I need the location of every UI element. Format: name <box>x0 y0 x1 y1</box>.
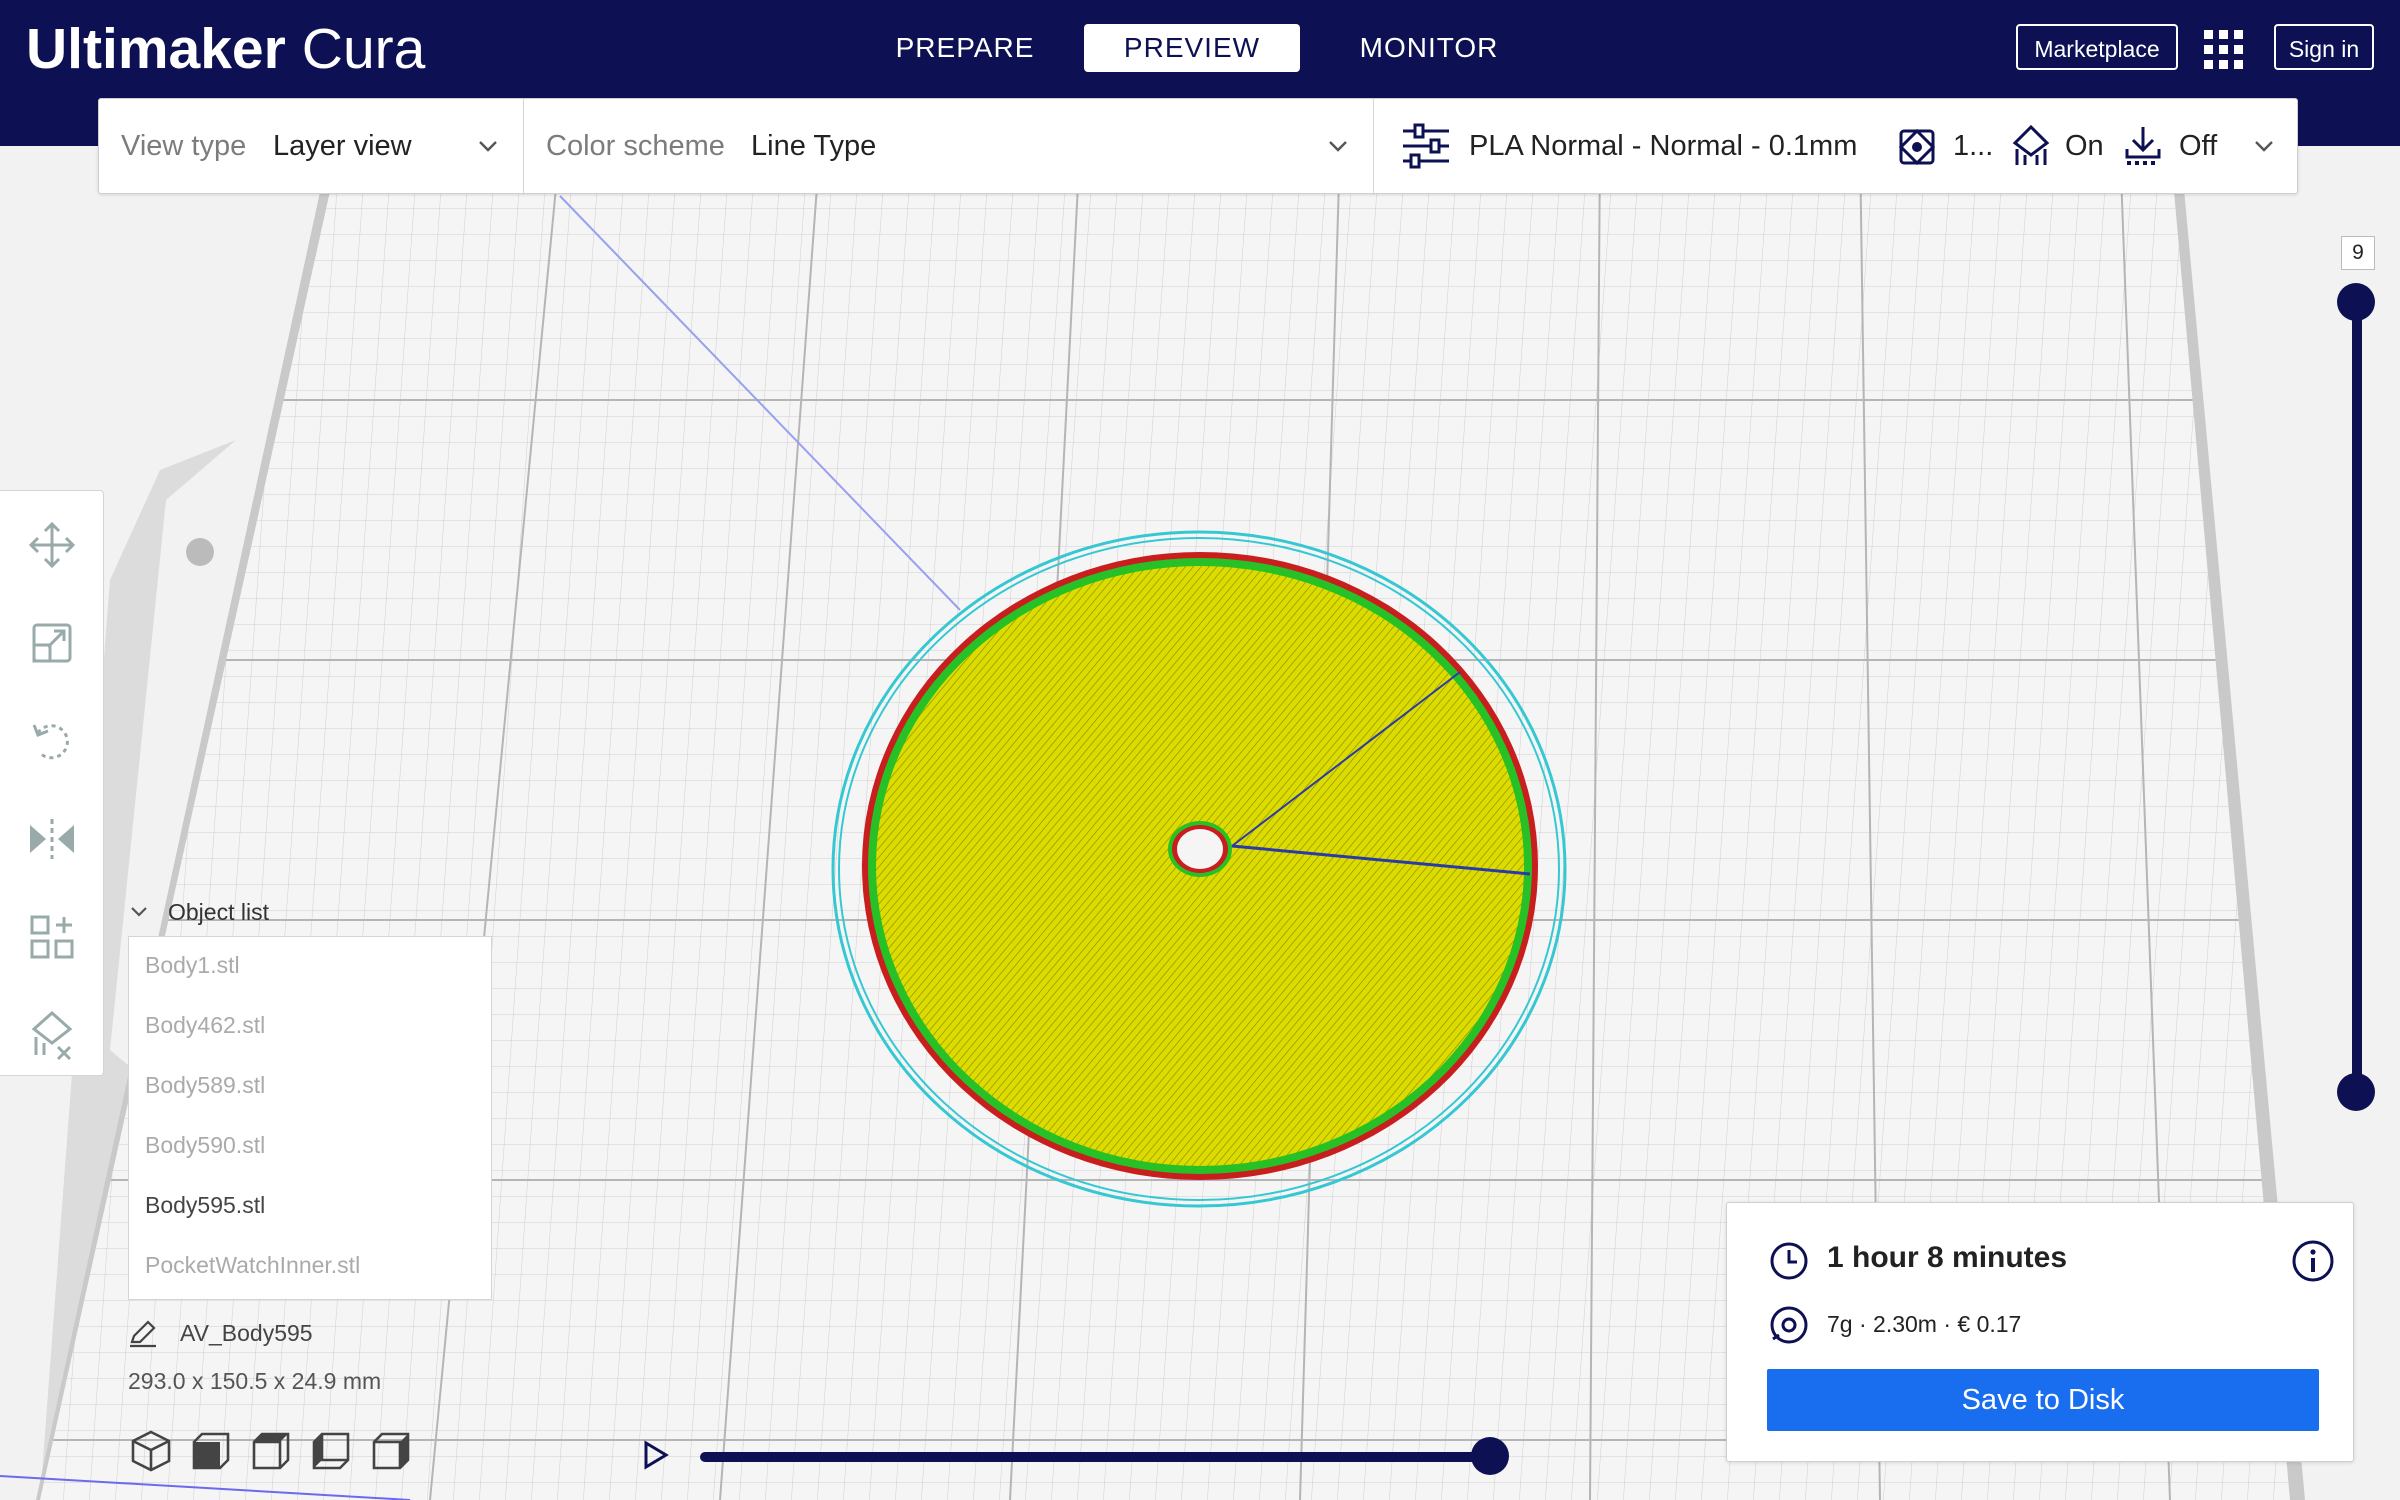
chevron-down-icon[interactable] <box>1325 133 1351 159</box>
tab-monitor[interactable]: MONITOR <box>1346 24 1512 72</box>
job-name-field[interactable]: AV_Body595 <box>128 1318 313 1348</box>
per-model-settings-icon[interactable] <box>26 911 78 963</box>
infill-value[interactable]: 1... <box>1953 123 1993 169</box>
center-hole <box>1177 829 1223 869</box>
app-logo: Ultimaker Cura <box>26 14 425 84</box>
tool-panel <box>0 490 104 1076</box>
print-time: 1 hour 8 minutes <box>1827 1241 2068 1274</box>
chevron-down-icon[interactable] <box>475 133 501 159</box>
list-item[interactable]: PocketWatchInner.stl <box>145 1245 360 1285</box>
model-dimensions: 293.0 x 150.5 x 24.9 mm <box>128 1368 382 1394</box>
filament-spool-icon <box>1770 1306 1808 1344</box>
list-item[interactable]: Body589.stl <box>145 1065 265 1105</box>
layer-slider-lower-handle[interactable] <box>2337 1073 2375 1111</box>
tab-prepare[interactable]: PREPARE <box>880 24 1050 72</box>
top-view-icon[interactable] <box>248 1428 294 1474</box>
view-type-label: View type <box>121 130 247 162</box>
infill-icon <box>1899 129 1935 165</box>
sign-in-button[interactable]: Sign in <box>2274 24 2374 70</box>
list-item[interactable]: Body462.stl <box>145 1005 265 1045</box>
print-settings-icon[interactable] <box>1401 123 1451 169</box>
3d-view-icon[interactable] <box>128 1428 174 1474</box>
grid-apps-icon[interactable] <box>2202 28 2246 72</box>
right-view-icon[interactable] <box>368 1428 414 1474</box>
list-item[interactable]: Body1.stl <box>145 945 240 985</box>
layer-slider-upper-handle[interactable] <box>2337 283 2375 321</box>
scale-icon[interactable] <box>26 617 78 669</box>
object-list: Body1.stl Body462.stl Body589.stl Body59… <box>128 936 492 1300</box>
marketplace-button[interactable]: Marketplace <box>2016 24 2178 70</box>
list-item[interactable]: Body590.stl <box>145 1125 265 1165</box>
list-item-selected[interactable]: Body595.stl <box>145 1185 265 1225</box>
pencil-icon[interactable] <box>128 1318 158 1348</box>
logo-bold: Ultimaker <box>26 17 286 81</box>
adhesion-value[interactable]: Off <box>2179 123 2217 169</box>
support-blocker-icon[interactable] <box>26 1009 78 1061</box>
tab-preview[interactable]: PREVIEW <box>1084 24 1300 72</box>
support-value[interactable]: On <box>2065 123 2104 169</box>
chevron-down-icon <box>131 907 147 917</box>
path-slider-handle[interactable] <box>1471 1437 1509 1475</box>
logo-light: Cura <box>301 17 426 81</box>
job-name[interactable]: AV_Body595 <box>180 1320 313 1347</box>
color-scheme-label: Color scheme <box>546 130 725 162</box>
adhesion-icon <box>2125 127 2161 165</box>
current-layer-number[interactable]: 9 <box>2341 236 2375 270</box>
view-type-dropdown[interactable]: Layer view <box>273 123 412 169</box>
rotate-icon[interactable] <box>26 715 78 767</box>
save-to-disk-button[interactable]: Save to Disk <box>1767 1369 2319 1431</box>
mirror-icon[interactable] <box>26 813 78 865</box>
chevron-down-icon[interactable] <box>2251 133 2277 159</box>
front-view-icon[interactable] <box>188 1428 234 1474</box>
info-icon[interactable] <box>2291 1239 2335 1283</box>
layer-slider-track[interactable] <box>2352 302 2362 1092</box>
left-view-icon[interactable] <box>308 1428 354 1474</box>
profile-selector[interactable]: PLA Normal - Normal - 0.1mm <box>1469 123 1857 169</box>
view-toolbar: View type Layer view Color scheme Line T… <box>98 98 2298 195</box>
clock-icon <box>1770 1242 1808 1280</box>
object-list-header: Object list <box>168 898 269 925</box>
material-estimate: 7g · 2.30m · € 0.17 <box>1827 1311 2022 1337</box>
move-icon[interactable] <box>26 519 78 571</box>
print-info-panel: 1 hour 8 minutes 7g · 2.30m · € 0.17 Sav… <box>1726 1202 2354 1462</box>
play-icon[interactable] <box>636 1440 676 1470</box>
path-slider-track[interactable] <box>700 1452 1490 1462</box>
color-scheme-dropdown[interactable]: Line Type <box>751 123 876 169</box>
support-icon <box>2012 125 2050 165</box>
object-list-toggle[interactable]: Object list <box>128 894 269 930</box>
clip-hole <box>186 538 214 566</box>
